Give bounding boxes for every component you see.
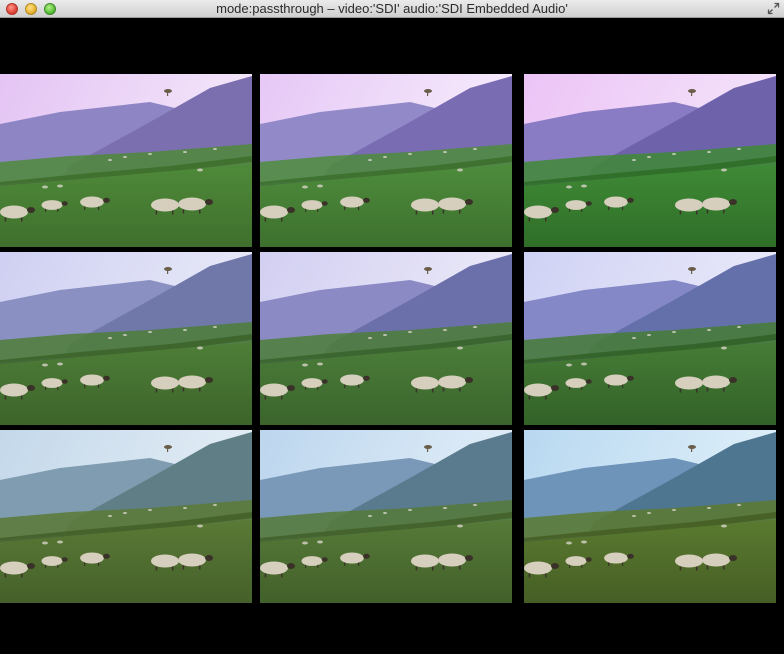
video-frame-tile: [524, 430, 776, 603]
video-grid: [0, 74, 784, 605]
window-title: mode:passthrough – video:'SDI' audio:'SD…: [216, 1, 568, 16]
video-frame-tile: [260, 430, 512, 603]
video-frame-tile: [0, 430, 252, 603]
video-frame-tile: [260, 74, 512, 247]
video-frame-tile: [524, 74, 776, 247]
video-frame-tile: [0, 252, 252, 425]
video-frame-tile: [0, 74, 252, 247]
video-window: mode:passthrough – video:'SDI' audio:'SD…: [0, 0, 784, 654]
fullscreen-icon[interactable]: [767, 2, 780, 15]
video-frame-tile: [260, 252, 512, 425]
video-frame-tile: [524, 252, 776, 425]
title-bar[interactable]: mode:passthrough – video:'SDI' audio:'SD…: [0, 0, 784, 18]
